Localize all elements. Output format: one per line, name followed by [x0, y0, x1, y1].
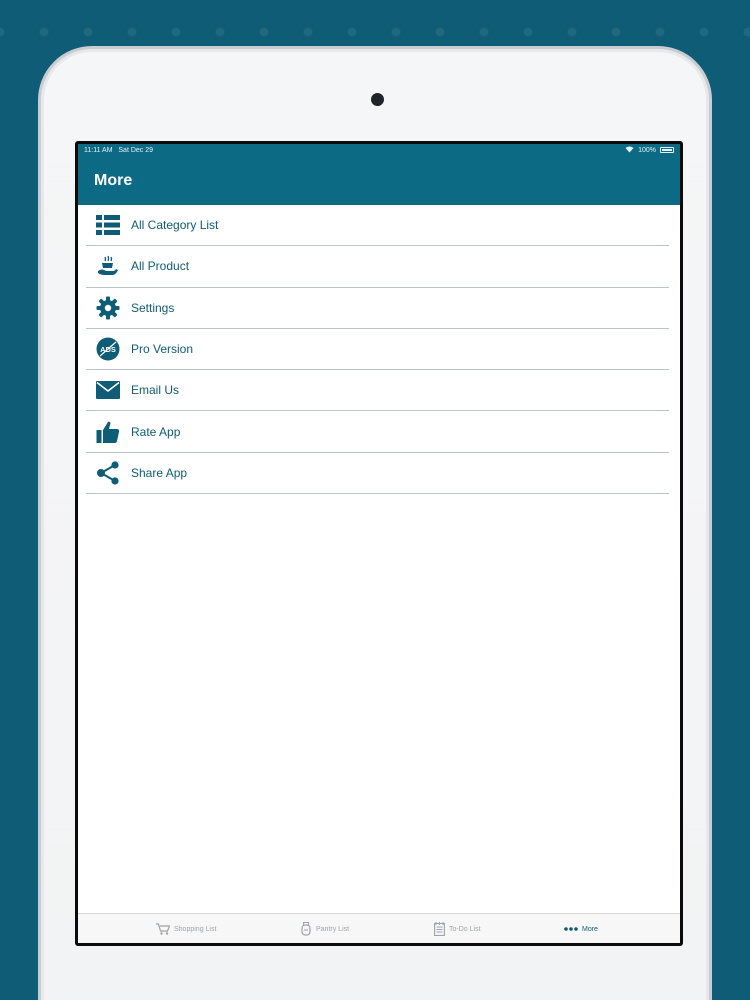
menu-label: Rate App — [131, 424, 181, 439]
status-right: 100% — [625, 146, 674, 155]
tab-bar: Shopping List Pantry List To-Do List Mor… — [78, 913, 680, 943]
status-time: 11:11 AM — [84, 146, 113, 154]
envelope-icon — [95, 377, 121, 403]
tab-label: To-Do List — [449, 925, 481, 933]
menu-label: All Category List — [131, 218, 219, 233]
battery-icon — [660, 147, 674, 153]
tab-shopping-list[interactable]: Shopping List — [156, 914, 216, 943]
cart-icon — [156, 923, 170, 935]
gear-icon — [95, 295, 121, 321]
tab-pantry-list[interactable]: Pantry List — [300, 914, 349, 943]
notepad-icon — [434, 922, 445, 936]
app-screen: 11:11 AM Sat Dec 29 100% More All Catego… — [78, 144, 680, 943]
more-menu-list: All Category List All Product Settings P… — [86, 205, 669, 495]
tab-label: More — [582, 925, 598, 933]
tab-label: Shopping List — [174, 925, 217, 933]
wifi-icon — [625, 146, 634, 155]
pantry-icon — [300, 922, 312, 936]
navigation-bar: More — [78, 156, 680, 205]
menu-item-share-app[interactable]: Share App — [86, 453, 669, 495]
list-icon — [95, 212, 121, 238]
menu-label: Settings — [131, 300, 175, 315]
thumbs-up-icon — [95, 419, 121, 445]
tab-more[interactable]: More — [564, 914, 598, 943]
camera-icon — [371, 93, 384, 106]
share-icon — [95, 460, 121, 486]
menu-item-email-us[interactable]: Email Us — [86, 370, 669, 412]
product-hand-icon — [95, 253, 121, 279]
menu-label: Share App — [131, 465, 188, 480]
status-date: Sat Dec 29 — [118, 146, 154, 154]
menu-item-all-category-list[interactable]: All Category List — [86, 205, 669, 247]
more-dots-icon — [564, 927, 578, 931]
status-bar: 11:11 AM Sat Dec 29 100% — [78, 144, 680, 156]
menu-label: Pro Version — [131, 342, 194, 357]
menu-item-pro-version[interactable]: ADS Pro Version — [86, 329, 669, 371]
status-left: 11:11 AM Sat Dec 29 — [84, 147, 153, 154]
menu-label: Email Us — [131, 383, 180, 398]
page-title: More — [94, 171, 133, 189]
ipad-device-frame: 11:11 AM Sat Dec 29 100% More All Catego… — [38, 46, 712, 1000]
menu-item-all-product[interactable]: All Product — [86, 246, 669, 288]
menu-item-rate-app[interactable]: Rate App — [86, 411, 669, 453]
battery-percent: 100% — [638, 146, 656, 154]
tab-to-do-list[interactable]: To-Do List — [434, 914, 481, 943]
no-ads-icon: ADS — [95, 336, 121, 362]
menu-item-settings[interactable]: Settings — [86, 288, 669, 329]
tab-label: Pantry List — [316, 925, 350, 933]
menu-label: All Product — [131, 259, 190, 274]
screen-bezel: 11:11 AM Sat Dec 29 100% More All Catego… — [75, 141, 683, 946]
